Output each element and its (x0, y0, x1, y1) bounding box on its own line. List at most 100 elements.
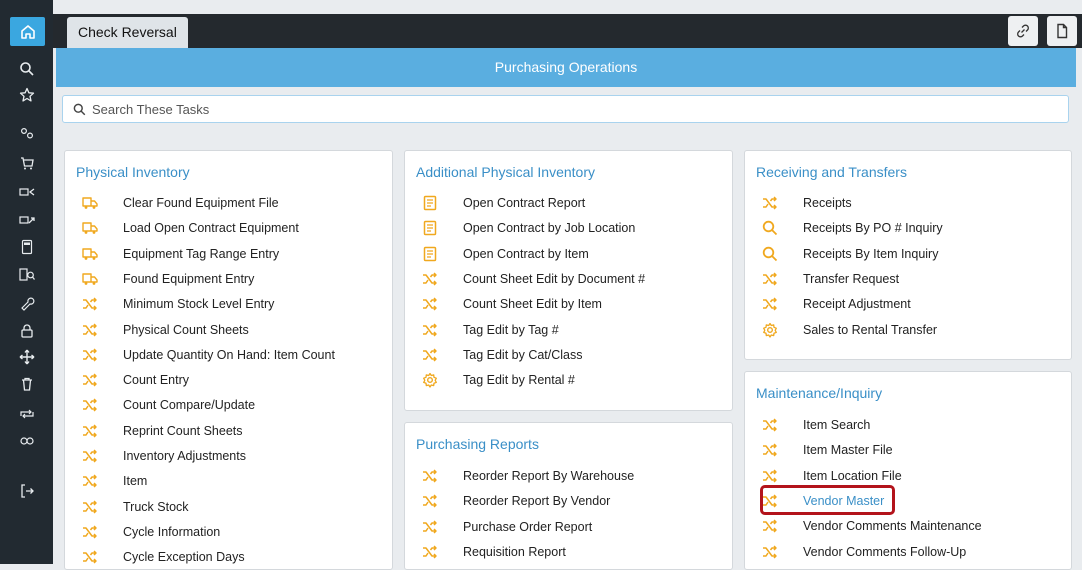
task-item[interactable]: Vendor Comments Follow-Up (745, 542, 966, 562)
task-label: Vendor Comments Follow-Up (803, 545, 967, 559)
shuffle-icon (81, 295, 99, 313)
search-icon[interactable] (0, 58, 53, 80)
panel-title: Purchasing Reports (416, 436, 539, 452)
task-label: Receipts By Item Inquiry (803, 247, 939, 261)
shuffle-icon (81, 523, 99, 541)
task-item[interactable]: Receipts By PO # Inquiry (745, 218, 943, 238)
task-label: Cycle Exception Days (123, 550, 245, 564)
search-input[interactable]: Search These Tasks (62, 95, 1069, 123)
task-item[interactable]: Clear Found Equipment File (65, 193, 279, 213)
shuffle-icon (761, 295, 779, 313)
shuffle-icon (81, 371, 99, 389)
cart-icon[interactable] (0, 152, 53, 174)
shuffle-icon (81, 472, 99, 490)
report-icon (421, 194, 439, 212)
task-item[interactable]: Equipment Tag Range Entry (65, 244, 279, 264)
task-item[interactable]: Receipts By Item Inquiry (745, 244, 938, 264)
tools-icon[interactable] (0, 430, 53, 452)
shuffle-icon (421, 346, 439, 364)
task-item[interactable]: Receipt Adjustment (745, 294, 911, 314)
panel-physical-inventory: Physical Inventory Clear Found Equipment… (64, 150, 393, 570)
task-item[interactable]: Found Equipment Entry (65, 269, 254, 289)
move-icon[interactable] (0, 346, 53, 368)
task-item[interactable]: Tag Edit by Cat/Class (405, 345, 583, 365)
task-item[interactable]: Minimum Stock Level Entry (65, 294, 274, 314)
top-bar: Check Reversal (53, 14, 1082, 48)
task-item[interactable]: Open Contract by Item (405, 244, 589, 264)
task-label: Update Quantity On Hand: Item Count (123, 348, 335, 362)
task-item[interactable]: Count Compare/Update (65, 395, 255, 415)
task-item[interactable]: Inventory Adjustments (65, 446, 246, 466)
task-item[interactable]: Count Entry (65, 370, 189, 390)
task-item[interactable]: Item Search (745, 415, 870, 435)
task-item[interactable]: Cycle Exception Days (65, 547, 245, 567)
truck-icon (81, 245, 99, 263)
task-item[interactable]: Reorder Report By Vendor (405, 491, 610, 511)
shuffle-icon (81, 447, 99, 465)
task-item[interactable]: Load Open Contract Equipment (65, 218, 299, 238)
task-item[interactable]: Requisition Report (405, 542, 566, 562)
task-item[interactable]: Update Quantity On Hand: Item Count (65, 345, 335, 365)
calculator-icon[interactable] (0, 236, 53, 258)
page-title: Purchasing Operations (56, 48, 1076, 87)
task-item[interactable]: Open Contract by Job Location (405, 218, 635, 238)
task-item[interactable]: Physical Count Sheets (65, 320, 249, 340)
task-item[interactable]: Cycle Information (65, 522, 220, 542)
gears-icon[interactable] (0, 122, 53, 144)
truck-return-icon[interactable] (0, 181, 53, 203)
task-item[interactable]: Purchase Order Report (405, 517, 592, 537)
gear-icon (421, 371, 439, 389)
task-item[interactable]: Count Sheet Edit by Item (405, 294, 602, 314)
truck-icon (81, 219, 99, 237)
task-label: Found Equipment Entry (123, 272, 255, 286)
task-item[interactable]: Sales to Rental Transfer (745, 320, 937, 340)
shuffle-icon (761, 270, 779, 288)
task-item[interactable]: Tag Edit by Tag # (405, 320, 559, 340)
task-item[interactable]: Reorder Report By Warehouse (405, 466, 634, 486)
task-item[interactable]: Reprint Count Sheets (65, 421, 243, 441)
task-label: Physical Count Sheets (123, 323, 249, 337)
shuffle-icon (81, 498, 99, 516)
truck-icon (81, 194, 99, 212)
task-item[interactable]: Tag Edit by Rental # (405, 370, 575, 390)
task-item[interactable]: Receipts (745, 193, 852, 213)
task-item[interactable]: Item Location File (745, 466, 902, 486)
task-label: Cycle Information (123, 525, 221, 539)
task-label: Count Sheet Edit by Item (463, 297, 602, 311)
task-item[interactable]: Open Contract Report (405, 193, 585, 213)
task-item[interactable]: Truck Stock (65, 497, 189, 517)
task-item[interactable]: Vendor Comments Maintenance (745, 516, 982, 536)
task-label: Reorder Report By Warehouse (463, 469, 635, 483)
task-label: Requisition Report (463, 545, 566, 559)
document-icon[interactable] (1047, 16, 1077, 46)
search-icon (761, 219, 779, 237)
task-item[interactable]: Item Master File (745, 440, 893, 460)
truck-send-icon[interactable] (0, 209, 53, 231)
home-icon[interactable] (10, 17, 45, 46)
wrench-icon[interactable] (0, 292, 53, 314)
star-icon[interactable] (0, 84, 53, 106)
task-label: Equipment Tag Range Entry (123, 247, 280, 261)
document-search-icon[interactable] (0, 264, 53, 286)
trash-icon[interactable] (0, 373, 53, 395)
link-icon[interactable] (1008, 16, 1038, 46)
lock-icon[interactable] (0, 320, 53, 342)
sidebar (0, 0, 53, 564)
tab-check-reversal[interactable]: Check Reversal (67, 17, 188, 48)
task-label: Reorder Report By Vendor (463, 494, 611, 508)
task-label: Item Master File (803, 443, 893, 457)
task-item[interactable]: Transfer Request (745, 269, 899, 289)
shuffle-icon (761, 517, 779, 535)
task-label: Item Location File (803, 469, 902, 483)
logout-icon[interactable] (0, 480, 53, 502)
task-label: Open Contract Report (463, 196, 586, 210)
task-label: Item (123, 474, 148, 488)
panel-additional-physical-inventory: Additional Physical Inventory Open Contr… (404, 150, 733, 411)
task-item[interactable]: Count Sheet Edit by Document # (405, 269, 645, 289)
panel-title: Physical Inventory (76, 164, 190, 180)
shuffle-icon (81, 321, 99, 339)
task-item[interactable]: Item (65, 471, 147, 491)
shuffle-icon (761, 194, 779, 212)
transfer-icon[interactable] (0, 403, 53, 425)
search-placeholder: Search These Tasks (92, 101, 210, 117)
